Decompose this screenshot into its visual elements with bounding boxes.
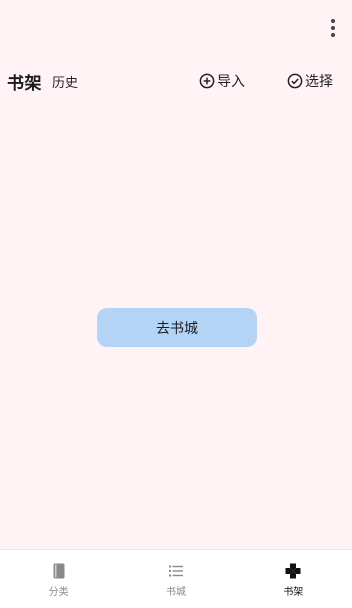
import-button[interactable]: 导入 bbox=[199, 71, 245, 91]
nav-item-label: 书城 bbox=[165, 587, 186, 598]
select-button[interactable]: 选择 bbox=[287, 71, 333, 91]
add-circle-icon bbox=[199, 73, 215, 89]
history-tab[interactable]: 历史 bbox=[52, 72, 78, 91]
nav-item-bookstore[interactable]: 书城 bbox=[117, 550, 234, 608]
shelf-header: 书架 历史 导入 选择 bbox=[0, 66, 352, 96]
go-to-bookstore-label: 去书城 bbox=[156, 320, 198, 337]
select-label: 选择 bbox=[305, 74, 333, 90]
import-label: 导入 bbox=[217, 74, 245, 90]
bottom-navigation: 分类 书城 书架 bbox=[0, 549, 352, 608]
go-to-bookstore-button[interactable]: 去书城 bbox=[97, 308, 257, 347]
check-circle-icon bbox=[287, 73, 303, 89]
book-icon bbox=[53, 563, 65, 579]
more-vert-icon bbox=[331, 19, 335, 23]
nav-item-bookshelf[interactable]: 书架 bbox=[235, 550, 352, 608]
nav-item-label: 书架 bbox=[283, 587, 304, 598]
nav-item-category[interactable]: 分类 bbox=[0, 550, 117, 608]
nav-item-label: 分类 bbox=[48, 587, 69, 598]
page-title: 书架 bbox=[7, 74, 42, 94]
list-icon bbox=[168, 565, 183, 577]
overflow-menu-button[interactable] bbox=[326, 14, 340, 42]
gamepad-icon bbox=[285, 563, 301, 579]
